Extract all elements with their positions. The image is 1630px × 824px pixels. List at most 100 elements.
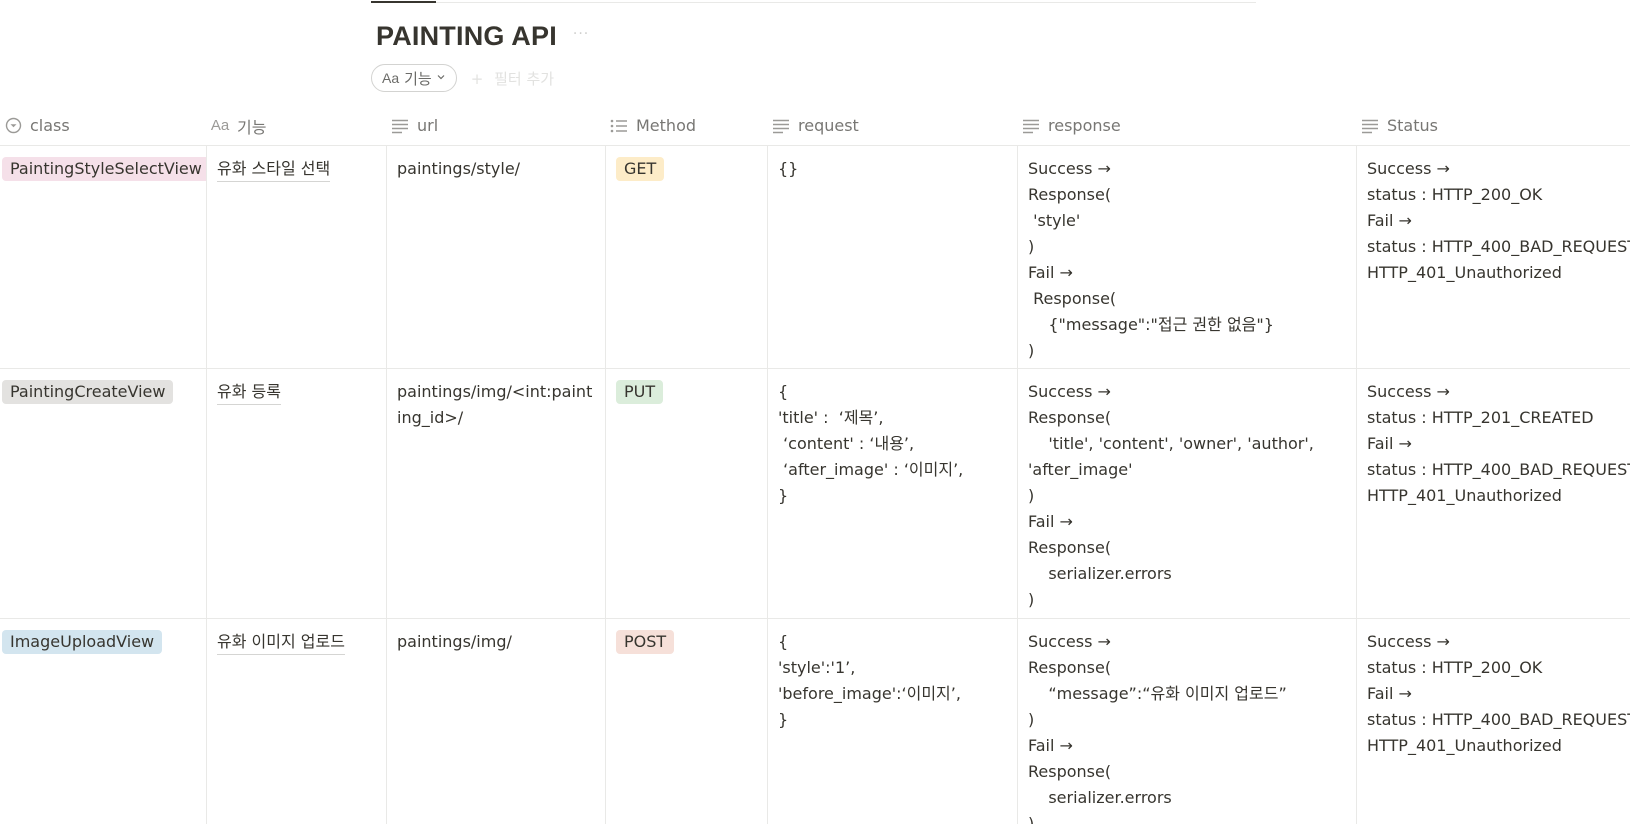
url-cell[interactable]: paintings/img/ xyxy=(387,619,606,824)
class-tag[interactable]: ImageUploadView xyxy=(2,630,163,654)
method-tag[interactable]: PUT xyxy=(616,380,664,404)
request-line: 'style':'1’, xyxy=(778,658,856,677)
column-header-label: url xyxy=(417,116,439,135)
select-circle-icon xyxy=(4,117,22,135)
response-line: Response( xyxy=(1028,289,1117,308)
function-cell[interactable]: 유화 등록 xyxy=(207,369,387,618)
status-cell[interactable]: Success → status : HTTP_200_OK Fail → statu… xyxy=(1357,146,1630,368)
filter-bar: Aa 기능 + 필터 추가 xyxy=(371,63,554,93)
response-line: Fail → xyxy=(1028,736,1073,755)
status-line: status : HTTP_200_OK xyxy=(1367,185,1543,204)
response-line: ) xyxy=(1028,486,1035,505)
status-line: status : HTTP_200_OK xyxy=(1367,658,1543,677)
database-table: class Aa 기능 url Method request response Status … xyxy=(0,106,1630,824)
response-cell[interactable]: Success → Response( 'style') Fail → Respon… xyxy=(1018,146,1357,368)
function-name-link[interactable]: 유화 등록 xyxy=(217,381,281,405)
response-cell[interactable]: Success → Response( “message”:“유화 이미지 업로드… xyxy=(1018,619,1357,824)
response-cell[interactable]: Success → Response( 'title', 'content', '… xyxy=(1018,369,1357,618)
method-cell[interactable]: GET xyxy=(606,146,768,368)
class-cell[interactable]: PaintingStyleSelectView xyxy=(0,146,207,368)
class-cell[interactable]: ImageUploadView xyxy=(0,619,207,824)
status-line: HTTP_401_Unauthorized xyxy=(1367,736,1562,755)
column-header-1[interactable]: Aa 기능 xyxy=(207,106,387,145)
column-header-label: class xyxy=(30,116,70,135)
request-line: { xyxy=(778,632,789,651)
method-cell[interactable]: PUT xyxy=(606,369,768,618)
response-line: “message”:“유화 이미지 업로드” xyxy=(1028,684,1287,703)
column-header-label: Status xyxy=(1387,116,1438,135)
request-line: {} xyxy=(778,159,799,178)
response-line: Response( xyxy=(1028,408,1112,427)
column-header-label: request xyxy=(798,116,859,135)
column-header-0[interactable]: class xyxy=(0,106,207,145)
function-name-link[interactable]: 유화 이미지 업로드 xyxy=(217,631,345,655)
request-cell[interactable]: {} xyxy=(768,146,1018,368)
column-header-label: 기능 xyxy=(237,117,267,137)
table-row[interactable]: ImageUploadView 유화 이미지 업로드 paintings/img/P… xyxy=(0,619,1630,824)
page-title[interactable]: PAINTING API xyxy=(376,21,557,52)
response-line: Response( xyxy=(1028,762,1112,781)
request-cell[interactable]: {'style':'1’, 'before_image':‘이미지’,} xyxy=(768,619,1018,824)
text-lines-icon xyxy=(1361,117,1379,135)
status-line: HTTP_401_Unauthorized xyxy=(1367,263,1562,282)
status-line: Success → xyxy=(1367,382,1450,401)
text-lines-icon xyxy=(772,117,790,135)
column-header-5[interactable]: response xyxy=(1018,106,1357,145)
url-text: paintings/img/ xyxy=(397,632,512,651)
plus-icon: + xyxy=(470,69,484,88)
response-line: ) xyxy=(1028,237,1035,256)
more-options-icon[interactable]: ··· xyxy=(573,26,589,42)
status-line: Fail → xyxy=(1367,434,1412,453)
column-header-6[interactable]: Status xyxy=(1357,106,1630,145)
response-line: ) xyxy=(1028,341,1035,360)
database-page: PAINTING API ··· Aa 기능 + 필터 추가 class Aa 기능… xyxy=(0,0,1630,824)
request-cell[interactable]: {'title' : ‘제목’, ‘content' : ‘내용’, ‘afte… xyxy=(768,369,1018,618)
column-header-3[interactable]: Method xyxy=(606,106,768,145)
request-line: ‘content' : ‘내용’, xyxy=(778,434,915,453)
add-filter-button[interactable]: + 필터 추가 xyxy=(471,68,554,89)
function-cell[interactable]: 유화 스타일 선택 xyxy=(207,146,387,368)
response-line: Response( xyxy=(1028,658,1112,677)
class-tag[interactable]: PaintingStyleSelectView xyxy=(2,157,206,181)
response-line: serializer.errors xyxy=(1028,564,1172,583)
column-header-2[interactable]: url xyxy=(387,106,606,145)
response-line: ) xyxy=(1028,710,1035,729)
method-cell[interactable]: POST xyxy=(606,619,768,824)
status-line: Success → xyxy=(1367,632,1450,651)
request-line: 'before_image':‘이미지’, xyxy=(778,684,961,703)
url-cell[interactable]: paintings/img/<int:painting_id>/ xyxy=(387,369,606,618)
column-header-4[interactable]: request xyxy=(768,106,1018,145)
request-line: ‘after_image' : ‘이미지’, xyxy=(778,460,964,479)
table-row[interactable]: PaintingCreateView 유화 등록 paintings/img/<in… xyxy=(0,369,1630,619)
sort-filter-chip[interactable]: Aa 기능 xyxy=(371,64,457,92)
text-lines-icon xyxy=(1022,117,1040,135)
status-cell[interactable]: Success → status : HTTP_200_OK Fail → statu… xyxy=(1357,619,1630,824)
response-line: ) xyxy=(1028,590,1035,609)
url-cell[interactable]: paintings/style/ xyxy=(387,146,606,368)
status-line: Fail → xyxy=(1367,684,1412,703)
response-line: Fail → xyxy=(1028,263,1073,282)
status-line: Fail → xyxy=(1367,211,1412,230)
add-filter-label: 필터 추가 xyxy=(494,69,555,88)
response-line: 'title', 'content', 'owner', 'author', xyxy=(1028,434,1314,453)
response-line: 'style' xyxy=(1028,211,1081,230)
status-line: status : HTTP_201_CREATED xyxy=(1367,408,1594,427)
chevron-down-icon xyxy=(436,72,446,85)
response-line: Success → xyxy=(1028,159,1111,178)
status-line: status : HTTP_400_BAD_REQUEST xyxy=(1367,237,1630,256)
response-line: Success → xyxy=(1028,632,1111,651)
response-line: Response( xyxy=(1028,538,1112,557)
method-tag[interactable]: POST xyxy=(616,630,675,654)
method-tag[interactable]: GET xyxy=(616,157,665,181)
function-name-link[interactable]: 유화 스타일 선택 xyxy=(217,158,331,182)
class-tag[interactable]: PaintingCreateView xyxy=(2,380,174,404)
status-line: status : HTTP_400_BAD_REQUEST xyxy=(1367,710,1630,729)
column-header-label: response xyxy=(1048,116,1121,135)
function-cell[interactable]: 유화 이미지 업로드 xyxy=(207,619,387,824)
title-row: PAINTING API ··· xyxy=(376,14,589,58)
status-line: status : HTTP_400_BAD_REQUEST, xyxy=(1367,460,1630,479)
active-view-tab-indicator[interactable] xyxy=(371,1,436,3)
table-row[interactable]: PaintingStyleSelectView 유화 스타일 선택 painting… xyxy=(0,146,1630,369)
status-cell[interactable]: Success → status : HTTP_201_CREATED Fail →… xyxy=(1357,369,1630,618)
class-cell[interactable]: PaintingCreateView xyxy=(0,369,207,618)
